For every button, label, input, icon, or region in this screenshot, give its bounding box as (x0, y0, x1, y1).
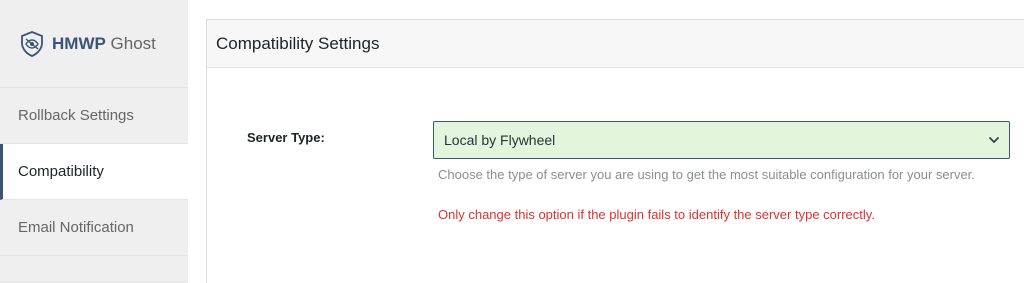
brand-bold: HMWP (52, 33, 106, 53)
brand-name: HMWP Ghost (52, 34, 156, 54)
sidebar-spacer (0, 256, 188, 282)
sidebar: HMWP Ghost Rollback Settings Compatibili… (0, 0, 188, 283)
sidebar-item-compatibility[interactable]: Compatibility (0, 144, 188, 200)
server-type-select[interactable]: Local by Flywheel (433, 121, 1010, 159)
settings-panel: Compatibility Settings Server Type: Loca… (206, 19, 1024, 283)
server-type-help-text: Choose the type of server you are using … (438, 167, 975, 182)
logo: HMWP Ghost (0, 0, 188, 88)
shield-eye-icon (20, 30, 44, 57)
server-type-label: Server Type: (247, 130, 325, 145)
server-type-selected-value: Local by Flywheel (444, 132, 556, 148)
sidebar-item-email-notification[interactable]: Email Notification (0, 200, 188, 256)
server-type-warning: Only change this option if the plugin fa… (438, 207, 875, 222)
chevron-down-icon[interactable] (987, 133, 1001, 147)
brand-rest: Ghost (105, 33, 156, 53)
gutter (188, 0, 206, 283)
page-title: Compatibility Settings (207, 20, 1024, 68)
sidebar-item-rollback-settings[interactable]: Rollback Settings (0, 88, 188, 144)
